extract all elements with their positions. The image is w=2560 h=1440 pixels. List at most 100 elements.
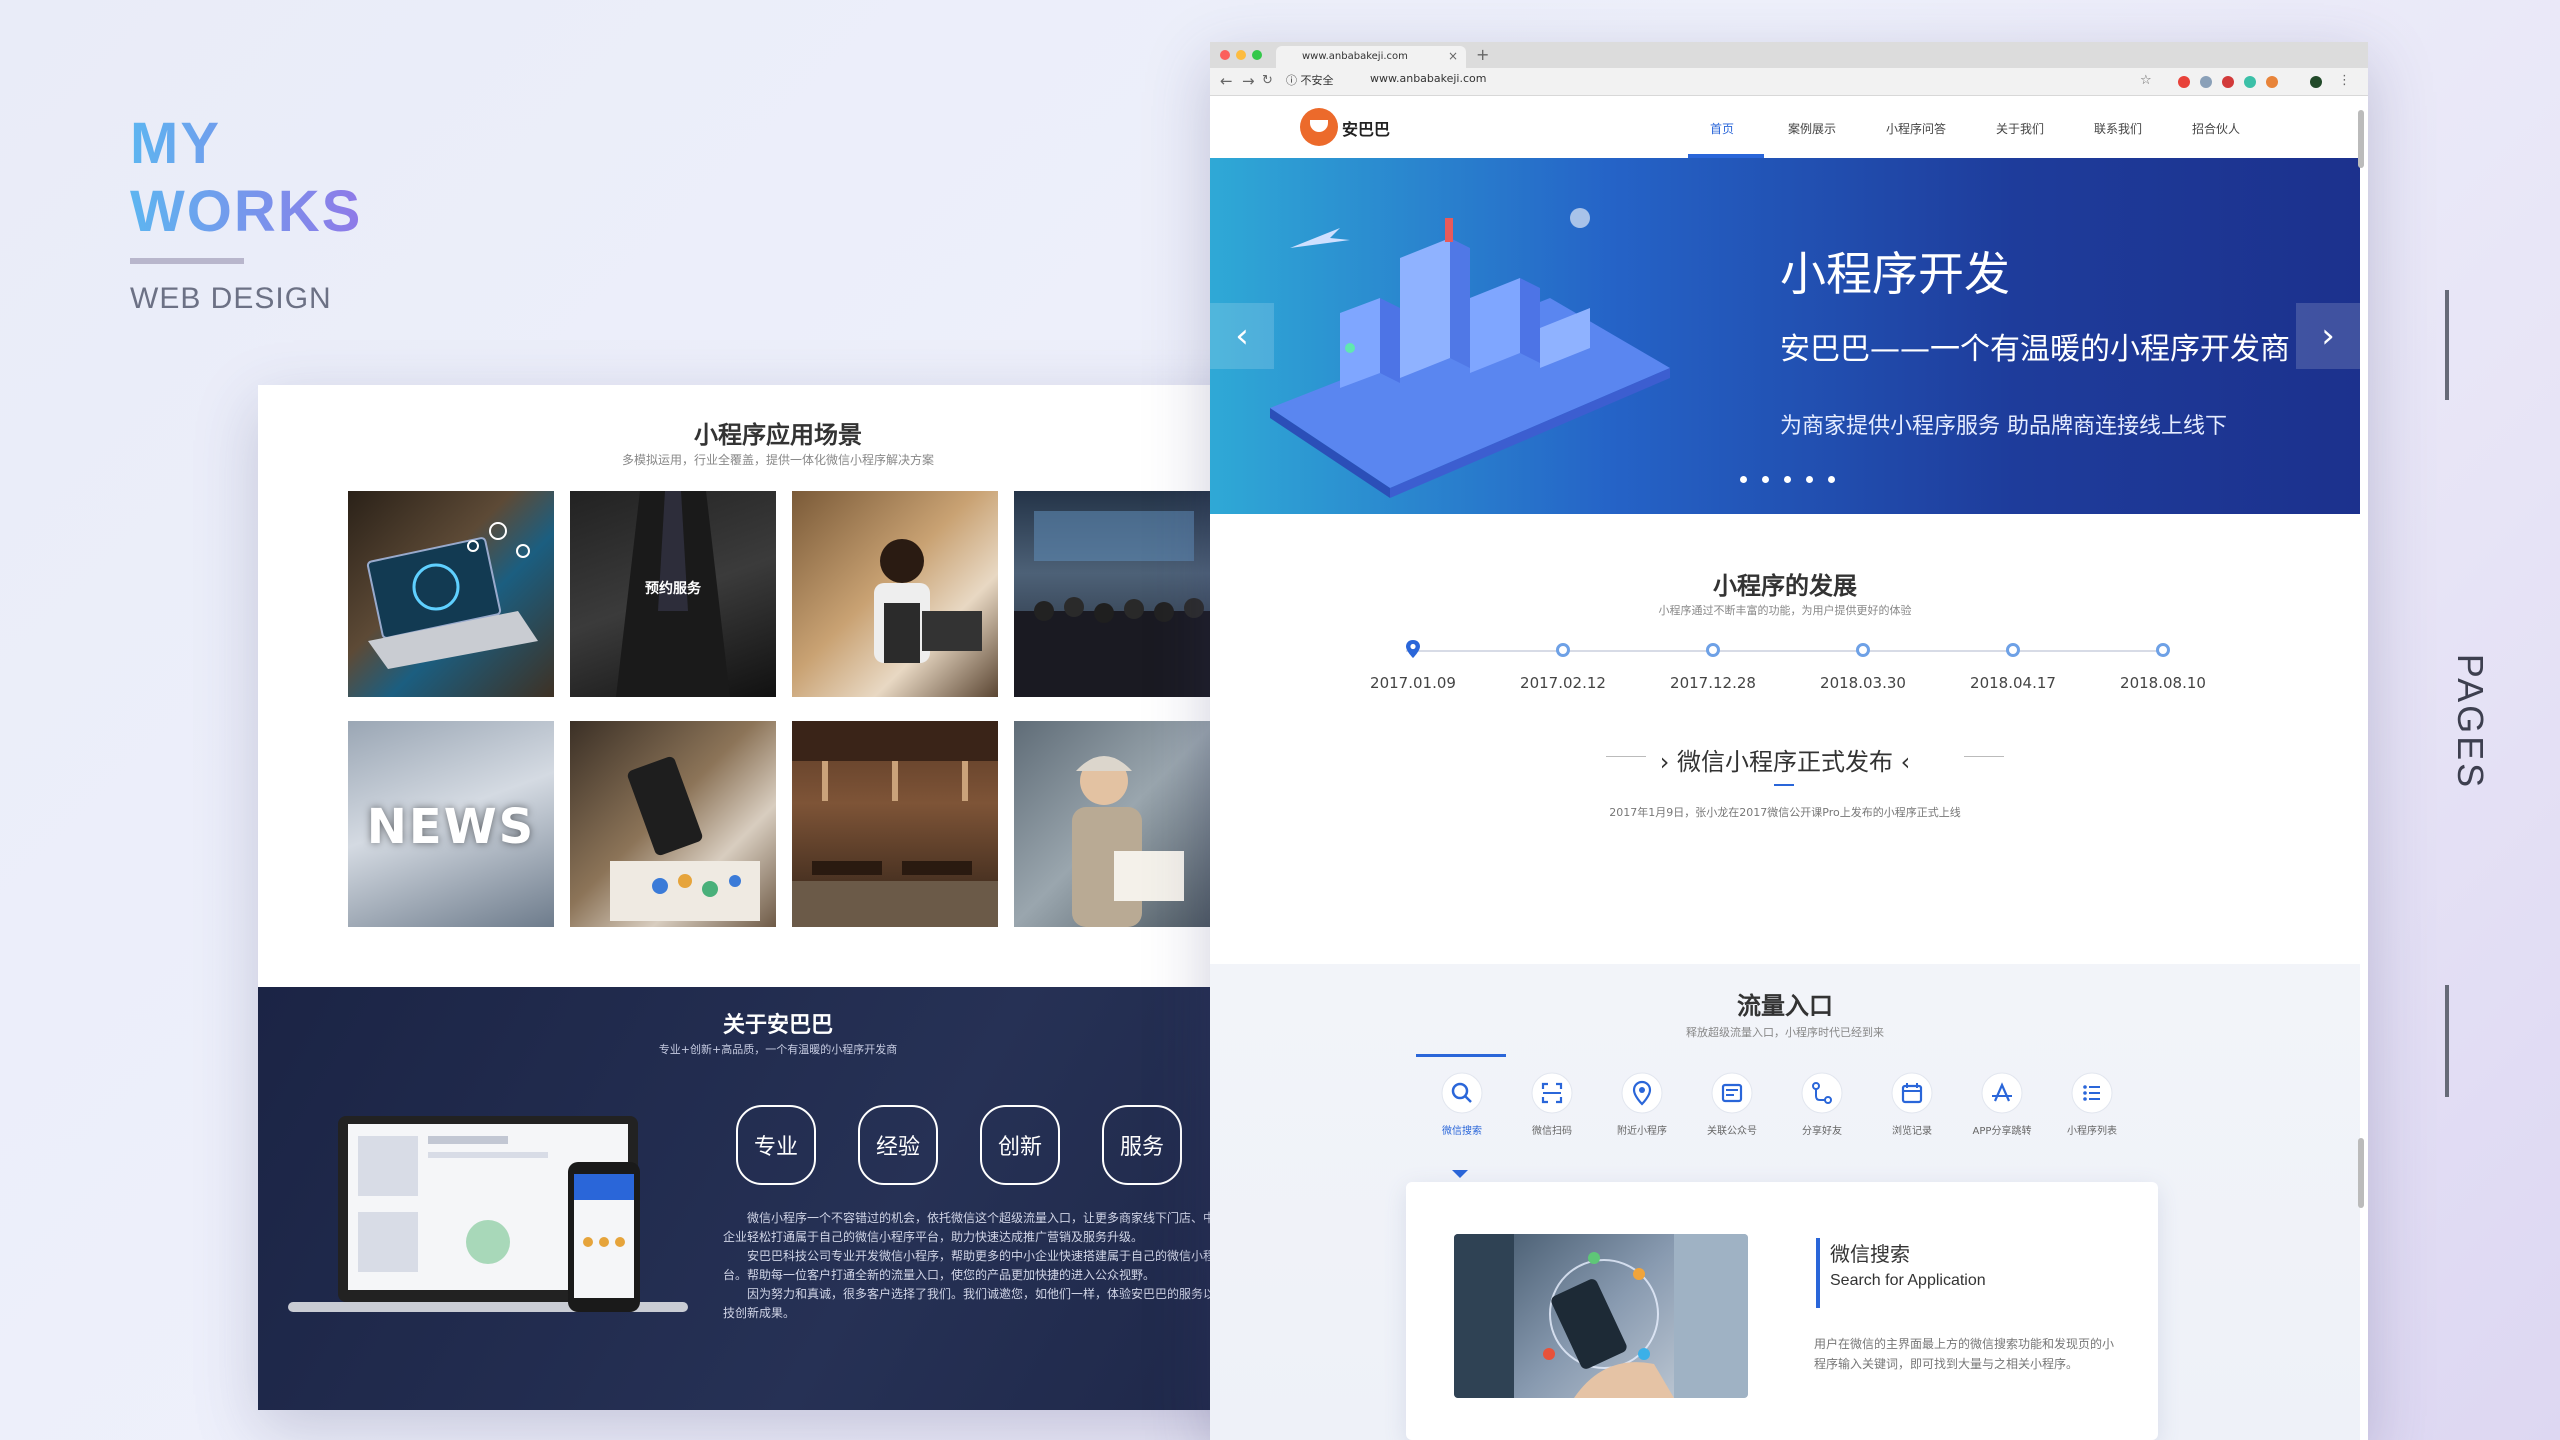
banner-next-button[interactable]: › xyxy=(2296,303,2360,369)
window-close-button[interactable] xyxy=(1220,50,1230,60)
traffic-tab-official-account[interactable]: 关联公众号 xyxy=(1690,1072,1774,1137)
divider-bottom xyxy=(2445,985,2449,1097)
timeline-node[interactable] xyxy=(2156,643,2170,657)
traffic-tab-list[interactable]: 小程序列表 xyxy=(2050,1072,2134,1137)
bookmark-star-icon[interactable]: ☆ xyxy=(2140,73,2152,88)
about-paragraph: 因为努力和真诚，很多客户选择了我们。我们诚邀您，如他们一样，体验安巴巴的服务以及… xyxy=(723,1287,1240,1320)
site-header: 安巴巴 首页 案例展示 小程序问答 关于我们 联系我们 招合伙人 xyxy=(1210,96,2368,158)
restaurant-illustration xyxy=(792,721,998,927)
scenario-tile-restaurant xyxy=(792,721,998,927)
traffic-tab-app-share[interactable]: APP分享跳转 xyxy=(1960,1072,2044,1137)
banner-heading: 小程序开发 xyxy=(1780,247,2010,301)
scenario-tile-crowd xyxy=(1014,491,1214,697)
security-indicator[interactable]: ⓘ 不安全 xyxy=(1286,72,1334,88)
banner-prev-button[interactable]: ‹ xyxy=(1210,303,1274,369)
about-subtitle: 专业+创新+高品质，一个有温暖的小程序开发商 xyxy=(658,1043,898,1056)
value-hex-professional: 专业 xyxy=(736,1105,816,1185)
traffic-card-title: 微信搜索 xyxy=(1830,1242,1910,1266)
timeline-node[interactable] xyxy=(1856,643,1870,657)
scrollbar-thumb[interactable] xyxy=(2358,1138,2364,1208)
about-title: 关于安巴巴 xyxy=(722,1013,833,1038)
scrollbar-thumb[interactable] xyxy=(2358,110,2364,168)
nav-item-home[interactable]: 首页 xyxy=(1710,120,1734,137)
browser-window: www.anbabakeji.com × + ← → ↻ ⓘ 不安全 www.a… xyxy=(1210,42,2368,1440)
extension-icon[interactable] xyxy=(2244,76,2256,88)
nav-item-qa[interactable]: 小程序问答 xyxy=(1886,120,1946,137)
divider-top xyxy=(2445,290,2449,400)
extension-icon[interactable] xyxy=(2178,76,2190,88)
window-minimize-button[interactable] xyxy=(1236,50,1246,60)
article-icon xyxy=(1711,1072,1753,1114)
location-icon xyxy=(1621,1072,1663,1114)
development-subtitle: 小程序通过不断丰富的功能，为用户提供更好的体验 xyxy=(1658,604,1912,617)
release-description: 2017年1月9日，张小龙在2017微信公开课Pro上发布的小程序正式上线 xyxy=(1609,806,1961,819)
browser-tab[interactable]: www.anbabakeji.com × xyxy=(1276,46,1466,68)
release-title-text: 微信小程序正式发布 xyxy=(1677,748,1893,776)
scenario-tile-news: NEWS xyxy=(348,721,554,927)
back-icon[interactable]: ← xyxy=(1220,72,1233,90)
profile-avatar[interactable] xyxy=(2310,76,2322,88)
carousel-dot[interactable] xyxy=(1740,476,1747,483)
timeline-date: 2018.03.30 xyxy=(1820,674,1906,692)
phone-illustration xyxy=(610,756,760,921)
extension-icon[interactable] xyxy=(2200,76,2212,88)
tab-close-icon[interactable]: × xyxy=(1448,49,1458,63)
traffic-tab-search[interactable]: 微信搜索 xyxy=(1420,1072,1504,1137)
title-subtitle: WEB DESIGN xyxy=(130,282,332,315)
carousel-dot[interactable] xyxy=(1784,476,1791,483)
value-hex-innovation: 创新 xyxy=(980,1105,1060,1185)
menu-more-icon[interactable]: ⋮ xyxy=(2338,73,2351,88)
nav-item-partner[interactable]: 招合伙人 xyxy=(2192,120,2240,137)
release-title: › 微信小程序正式发布 ‹ xyxy=(1210,742,2360,777)
reload-icon[interactable]: ↻ xyxy=(1262,73,1273,88)
extension-icon[interactable] xyxy=(2222,76,2234,88)
traffic-tab-history[interactable]: 浏览记录 xyxy=(1870,1072,1954,1137)
location-pin-icon[interactable] xyxy=(1405,640,1421,658)
scenario-tile-label: 预约服务 xyxy=(645,580,701,597)
side-label-text: PAGES xyxy=(2450,653,2492,791)
window-zoom-button[interactable] xyxy=(1252,50,1262,60)
chevron-right-icon: › xyxy=(1659,748,1670,776)
traffic-tab-scan[interactable]: 微信扫码 xyxy=(1510,1072,1594,1137)
side-label: PAGES xyxy=(2420,652,2520,792)
timeline-node[interactable] xyxy=(1706,643,1720,657)
traffic-tab-nearby[interactable]: 附近小程序 xyxy=(1600,1072,1684,1137)
release-underline xyxy=(1774,784,1794,786)
calendar-icon xyxy=(1891,1072,1933,1114)
nav-item-contact[interactable]: 联系我们 xyxy=(2094,120,2142,137)
browser-tab-bar: www.anbabakeji.com × + xyxy=(1210,42,2368,68)
delivery-illustration xyxy=(1072,756,1184,927)
city-phone-illustration xyxy=(1270,208,1670,498)
laptop-illustration xyxy=(366,522,538,669)
traffic-card-description: 用户在微信的主界面最上方的微信搜索功能和发现页的小程序输入关键词，即可找到大量与… xyxy=(1814,1337,2115,1371)
crowd-illustration xyxy=(1014,511,1214,697)
timeline-date: 2018.08.10 xyxy=(2120,674,2206,692)
carousel-dot[interactable] xyxy=(1762,476,1769,483)
traffic-tab-label: APP分享跳转 xyxy=(1972,1126,2032,1137)
url-field[interactable]: www.anbabakeji.com xyxy=(1370,72,1486,85)
carousel-dot[interactable] xyxy=(1806,476,1813,483)
devices-illustration xyxy=(288,1116,688,1312)
scenarios-title: 小程序应用场景 xyxy=(694,421,862,449)
cashier-illustration xyxy=(874,539,982,663)
timeline-node[interactable] xyxy=(1556,643,1570,657)
traffic-tab-share[interactable]: 分享好友 xyxy=(1780,1072,1864,1137)
forward-icon[interactable]: → xyxy=(1242,72,1255,90)
extension-icon[interactable] xyxy=(2266,76,2278,88)
share-icon xyxy=(1801,1072,1843,1114)
scenario-tile-phone xyxy=(570,721,776,927)
traffic-tab-label: 分享好友 xyxy=(1802,1126,1842,1137)
portfolio-heading: MY WORKS WEB DESIGN xyxy=(130,110,362,316)
carousel-dot[interactable] xyxy=(1828,476,1835,483)
banner-description: 为商家提供小程序服务 助品牌商连接线上线下 xyxy=(1780,414,2227,439)
scenario-tile-delivery xyxy=(1014,721,1214,927)
traffic-active-topline xyxy=(1416,1054,1506,1057)
scenarios-page-preview: 小程序应用场景 多模拟运用，行业全覆盖，提供一体化微信小程序解决方案 预约服务 xyxy=(258,385,1298,1410)
chevron-right-icon: › xyxy=(2321,316,2335,356)
new-tab-button[interactable]: + xyxy=(1476,45,1489,64)
nav-item-about[interactable]: 关于我们 xyxy=(1996,120,2044,137)
nav-item-cases[interactable]: 案例展示 xyxy=(1788,120,1836,137)
timeline-node[interactable] xyxy=(2006,643,2020,657)
logo-text[interactable]: 安巴巴 xyxy=(1342,116,1390,140)
about-paragraph: 微信小程序一个不容错过的机会，依托微信这个超级流量入口，让更多商家线下门店、中小… xyxy=(723,1211,1240,1244)
